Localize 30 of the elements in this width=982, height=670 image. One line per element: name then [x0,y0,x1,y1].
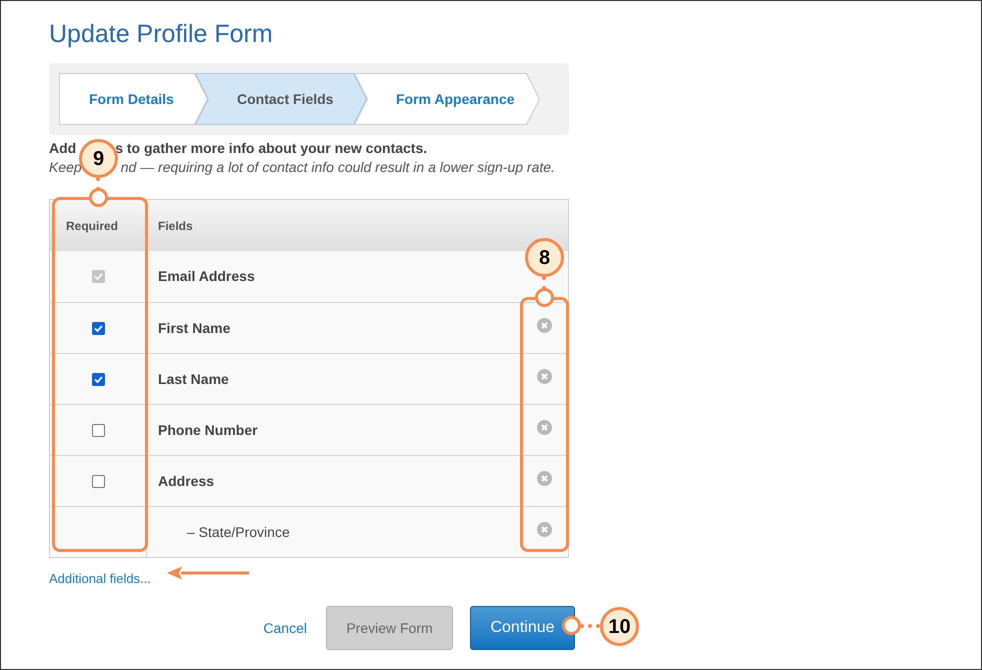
remove-icon[interactable] [536,471,552,486]
field-name: Address [157,472,214,490]
additional-fields-link[interactable]: Additional fields... [49,571,151,587]
required-checkbox[interactable] [92,474,104,488]
required-checkbox[interactable] [92,372,104,386]
required-checkbox[interactable] [92,424,104,436]
callout-anchor [562,616,581,635]
callout-number: 10 [600,607,639,646]
column-header: Fields [157,218,194,234]
hint-text: Keep [49,158,82,177]
field-name: Email Address [157,267,255,286]
hint-text: nd — requiring a lot of contact info could result in a lower sign-up rate. [120,158,555,177]
field-name: Phone Number [157,420,258,440]
remove-icon[interactable] [536,420,552,435]
step-tab[interactable]: Form Details [59,73,208,125]
intro-text: s to gather more info about your new contacts. [115,139,428,158]
cancel-link[interactable]: Cancel [263,618,307,638]
required-checkbox[interactable] [92,322,104,334]
step-tab[interactable]: Form Appearance [354,73,540,125]
intro-text: Add [49,139,76,158]
field-name: First Name [157,318,230,338]
continue-button[interactable]: Continue [470,606,575,650]
remove-icon[interactable] [536,318,552,333]
field-name: Last Name [157,370,229,388]
step-tab[interactable]: Contact Fields [195,73,367,125]
remove-icon[interactable] [536,522,552,537]
page-title: Update Profile Form [49,19,274,49]
remove-icon[interactable] [536,369,552,384]
preview-form-button[interactable]: Preview Form [326,606,453,650]
field-name: – State/Province [186,522,290,542]
